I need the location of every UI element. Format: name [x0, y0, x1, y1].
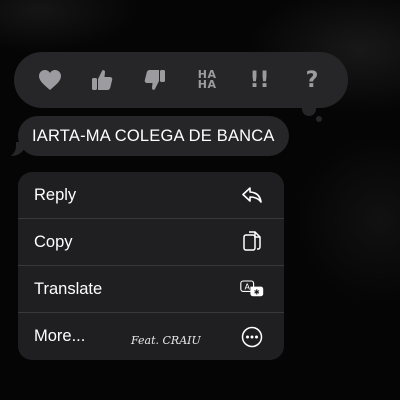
tapback-reaction-bar: HA HA !! ? — [14, 52, 348, 108]
exclamation-icon: !! — [249, 67, 270, 93]
copy-icon — [240, 230, 264, 254]
reaction-question-button[interactable]: ? — [290, 58, 334, 102]
menu-item-label: Translate — [34, 279, 103, 298]
reaction-thumbs-up-button[interactable] — [80, 58, 124, 102]
heart-icon — [39, 70, 61, 90]
menu-item-copy[interactable]: Copy — [18, 219, 284, 266]
menu-item-label: Reply — [34, 185, 77, 204]
reply-arrow-icon — [240, 183, 264, 207]
translate-icon: A ✱ — [240, 277, 264, 301]
reaction-thumbs-down-button[interactable] — [133, 58, 177, 102]
watermark-text: Feat. CRAIU — [131, 334, 201, 347]
menu-item-label: Copy — [34, 232, 73, 251]
reaction-bar-tail-dot — [316, 116, 322, 122]
thumbs-up-icon — [92, 70, 113, 90]
haha-line-2: HA — [197, 78, 217, 91]
haha-icon: HA HA — [197, 69, 217, 91]
message-bubble[interactable]: IARTA-MA COLEGA DE BANCA — [18, 116, 289, 156]
thumbs-down-icon — [144, 70, 165, 90]
reaction-haha-button[interactable]: HA HA — [185, 58, 229, 102]
context-menu: Reply Copy Translate A ✱ More... — [18, 172, 284, 360]
svg-text:A: A — [244, 282, 250, 291]
message-text: IARTA-MA COLEGA DE BANCA — [32, 126, 275, 145]
menu-item-label: More... — [34, 327, 86, 345]
menu-item-reply[interactable]: Reply — [18, 172, 284, 219]
question-icon: ? — [305, 67, 319, 93]
reaction-exclamation-button[interactable]: !! — [238, 58, 282, 102]
menu-item-translate[interactable]: Translate A ✱ — [18, 266, 284, 313]
more-ellipsis-icon — [240, 325, 264, 349]
svg-text:✱: ✱ — [254, 288, 260, 297]
reaction-heart-button[interactable] — [28, 58, 72, 102]
screen: HA HA !! ? IARTA-MA COLEGA DE BANCA Repl… — [0, 0, 400, 400]
